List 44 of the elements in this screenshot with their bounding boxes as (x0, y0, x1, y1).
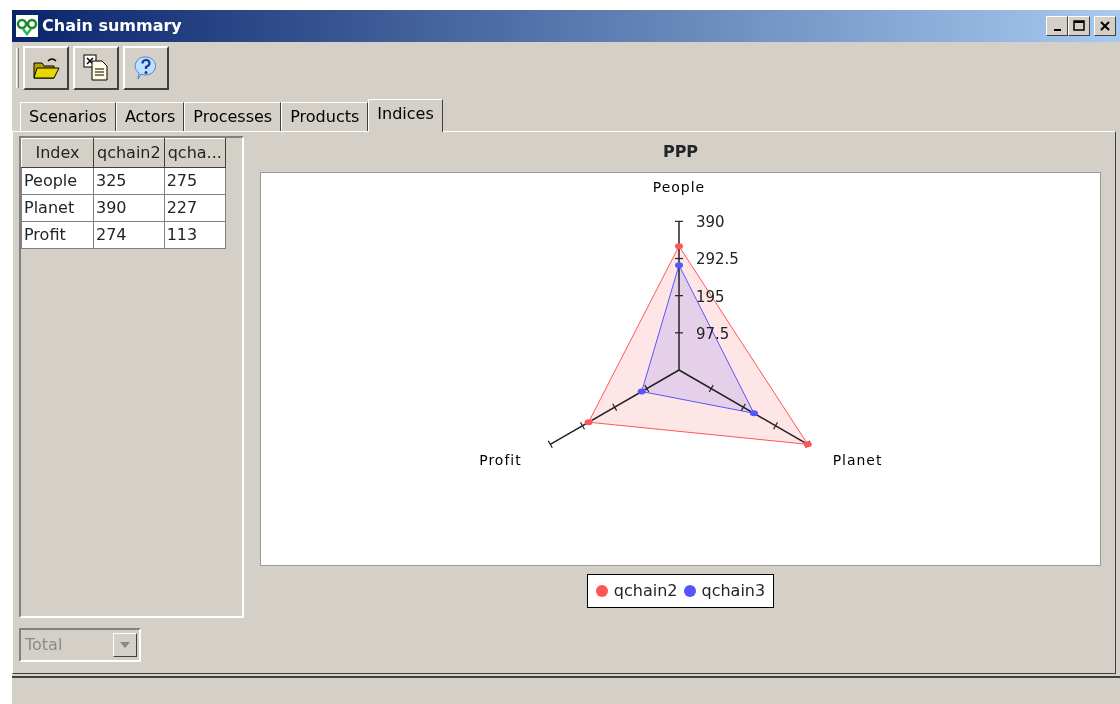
tab[interactable]: Indices (368, 99, 443, 132)
column-header[interactable]: Index (21, 138, 94, 168)
data-point (749, 410, 758, 417)
tab[interactable]: Products (281, 102, 369, 131)
export-spreadsheet-button[interactable] (73, 46, 119, 90)
legend-label: qchain2 (613, 580, 678, 602)
legend-label: qchain3 (701, 580, 766, 602)
table-cell: Profit (21, 221, 94, 249)
data-point (803, 441, 812, 448)
tick-label: 390 (695, 213, 725, 232)
close-icon (1099, 20, 1111, 32)
data-point (675, 243, 683, 250)
table-cell: Planet (21, 194, 94, 222)
tab[interactable]: Actors (115, 102, 185, 131)
tick-label: 97.5 (695, 324, 730, 343)
document-icon (83, 54, 109, 82)
table-cell: People (21, 167, 94, 195)
close-button[interactable] (1094, 16, 1116, 36)
table-cell: 390 (93, 194, 165, 222)
maximize-button[interactable] (1068, 16, 1090, 36)
column-header[interactable]: qchain2 (93, 138, 165, 168)
table-cell: 325 (93, 167, 165, 195)
data-point (675, 262, 683, 269)
data-point (584, 419, 593, 426)
minimize-icon (1053, 29, 1061, 31)
tab[interactable]: Scenarios (20, 102, 116, 131)
help-button[interactable] (123, 46, 169, 90)
caret-icon (120, 642, 130, 648)
tab[interactable]: Processes (184, 102, 282, 131)
minimize-button[interactable] (1046, 16, 1068, 36)
open-folder-button[interactable] (23, 46, 69, 90)
window-title: Chain summary (42, 15, 182, 37)
maximize-icon (1073, 20, 1085, 32)
folder-icon (32, 56, 60, 80)
axis-label: Planet (832, 451, 883, 468)
axis-label: People (652, 179, 706, 196)
axis-label: Profit (479, 451, 522, 468)
tick-label: 195 (695, 287, 725, 306)
chart-title: PPP (661, 141, 700, 163)
tick-label: 292.5 (695, 250, 739, 269)
data-point (637, 388, 646, 395)
table-cell: 274 (93, 221, 165, 249)
chain-logo-icon (16, 15, 38, 37)
column-header[interactable]: qcha... (164, 138, 226, 168)
